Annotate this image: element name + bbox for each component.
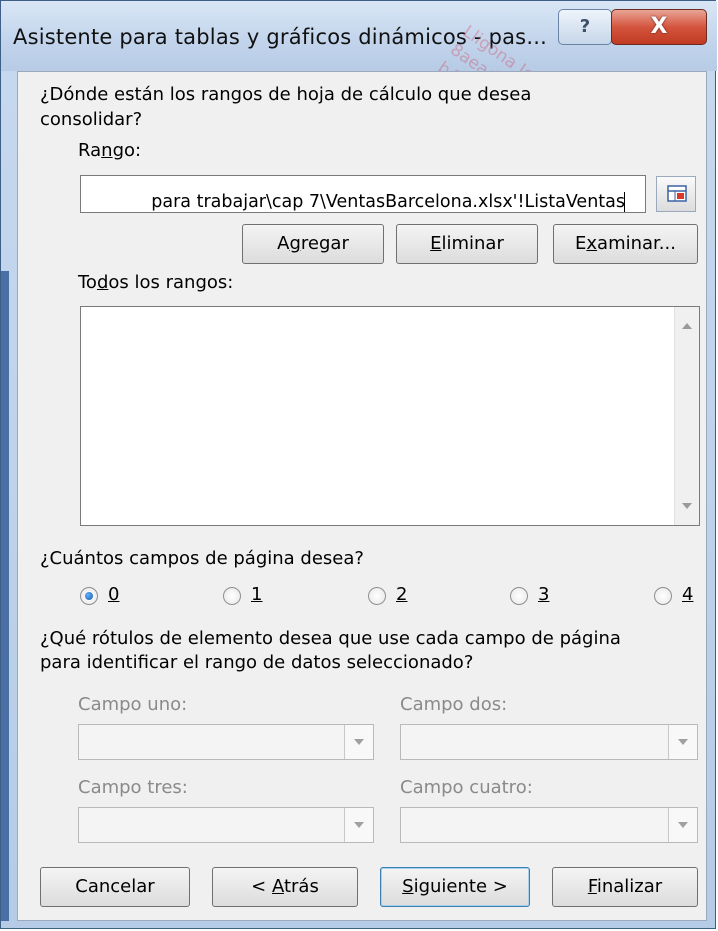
- all-ranges-list[interactable]: [80, 306, 700, 526]
- radio-page-fields-1[interactable]: [223, 587, 241, 605]
- campo-uno-select[interactable]: [78, 724, 374, 760]
- campo-cuatro-select[interactable]: [400, 807, 698, 843]
- title-bar[interactable]: Asistente para tablas y gráficos dinámic…: [1, 1, 717, 71]
- dialog-body: ¿Dónde están los rangos de hoja de cálcu…: [17, 71, 707, 921]
- range-select-icon: [667, 185, 687, 202]
- chevron-down-icon: [344, 725, 373, 759]
- radio-page-fields-4[interactable]: [654, 587, 672, 605]
- window-title: Asistente para tablas y gráficos dinámic…: [13, 25, 547, 49]
- radio-label-3: 3: [538, 584, 550, 605]
- finish-button[interactable]: Finalizar: [552, 867, 698, 907]
- radio-label-1: 1: [251, 584, 263, 605]
- vertical-scrollbar[interactable]: [674, 307, 699, 525]
- radio-label-0: 0: [108, 584, 120, 605]
- radio-page-fields-2[interactable]: [368, 587, 386, 605]
- chevron-down-icon: [344, 808, 373, 842]
- labels-question-line2: para identificar el rango de datos selec…: [40, 652, 474, 673]
- chevron-down-icon: [668, 725, 697, 759]
- campo-uno-label: Campo uno:: [78, 694, 188, 715]
- help-button[interactable]: ?: [558, 9, 612, 45]
- dialog-window: Asistente para tablas y gráficos dinámic…: [0, 0, 717, 929]
- background-window-edge: [1, 271, 9, 921]
- radio-label-4: 4: [682, 584, 694, 605]
- consolidate-question-line1: ¿Dónde están los rangos de hoja de cálcu…: [40, 84, 532, 105]
- eliminar-button[interactable]: Eliminar: [396, 224, 538, 264]
- range-label: Rango:: [78, 140, 142, 161]
- examinar-button[interactable]: Examinar...: [553, 224, 698, 264]
- scroll-up-icon[interactable]: [682, 323, 692, 329]
- collapse-dialog-button[interactable]: [656, 176, 696, 212]
- cancel-button[interactable]: Cancelar: [40, 867, 190, 907]
- chevron-down-icon: [668, 808, 697, 842]
- campo-dos-select[interactable]: [400, 724, 698, 760]
- all-ranges-label: Todos los rangos:: [78, 272, 234, 293]
- campo-tres-label: Campo tres:: [78, 777, 188, 798]
- consolidate-question-line2: consolidar?: [40, 109, 143, 130]
- range-input-value: para trabajar\cap 7\VentasBarcelona.xlsx…: [151, 192, 625, 212]
- labels-question-line1: ¿Qué rótulos de elemento desea que use c…: [40, 628, 621, 649]
- campo-cuatro-label: Campo cuatro:: [400, 777, 533, 798]
- back-button[interactable]: < Atrás: [212, 867, 358, 907]
- scroll-down-icon[interactable]: [682, 503, 692, 509]
- radio-page-fields-0[interactable]: [80, 587, 98, 605]
- radio-label-2: 2: [396, 584, 408, 605]
- campo-dos-label: Campo dos:: [400, 694, 508, 715]
- campo-tres-select[interactable]: [78, 807, 374, 843]
- close-button[interactable]: X: [611, 9, 707, 45]
- next-button[interactable]: Siguiente >: [380, 867, 530, 907]
- page-fields-question: ¿Cuántos campos de página desea?: [40, 548, 364, 569]
- agregar-button[interactable]: Agregar: [242, 224, 384, 264]
- radio-page-fields-3[interactable]: [510, 587, 528, 605]
- range-input[interactable]: para trabajar\cap 7\VentasBarcelona.xlsx…: [80, 175, 646, 213]
